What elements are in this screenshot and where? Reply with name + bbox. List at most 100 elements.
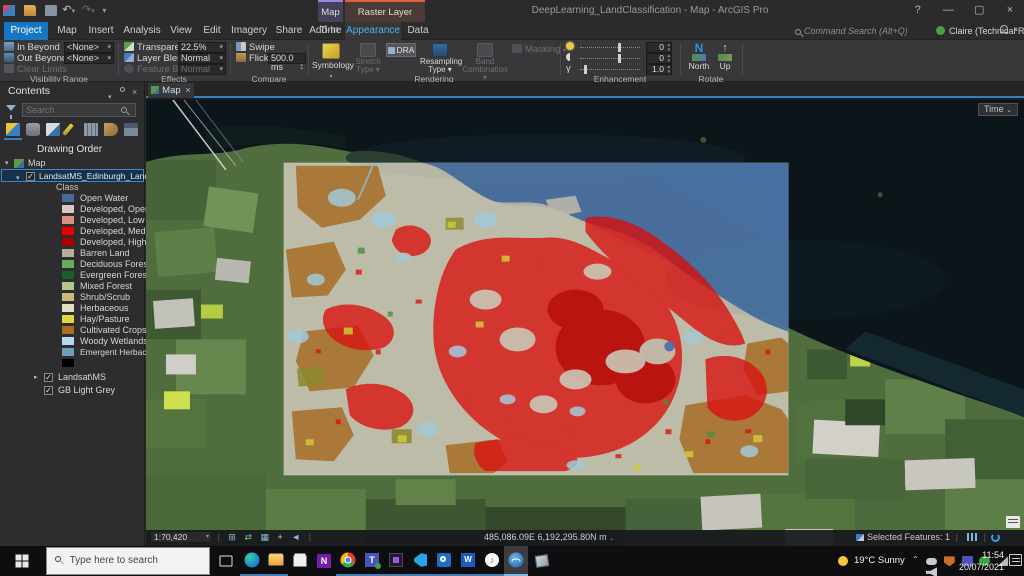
time-button[interactable]: Time ⌄ (978, 103, 1018, 116)
action-center-icon[interactable] (1009, 554, 1022, 566)
taskbar-app-explorer[interactable] (264, 546, 288, 576)
coordinates-readout[interactable]: 485,086.09E 6,192,295.80N m ⌄ (484, 530, 614, 547)
list-by-snapping-icon[interactable] (84, 123, 98, 136)
collapse-ribbon-icon[interactable]: ▴ (1014, 24, 1018, 33)
close-map-tab-icon[interactable]: × (185, 85, 191, 96)
notifications-bell-icon[interactable] (1000, 25, 1008, 33)
taskbar-app-vscode[interactable] (408, 546, 432, 576)
layer-row-landsat[interactable]: ▸ ✓ Landsat\MS (0, 372, 145, 383)
file-explorer-icon (268, 554, 284, 566)
list-by-labeling-icon[interactable] (104, 123, 118, 136)
list-by-drawing-order-icon[interactable] (6, 123, 20, 136)
grid-icon[interactable]: ▦ (261, 530, 270, 545)
start-button[interactable] (10, 546, 34, 576)
list-by-editing-icon[interactable] (62, 123, 74, 136)
list-by-selection-icon[interactable] (46, 123, 60, 136)
basemap-checkbox[interactable]: ✓ (44, 386, 53, 395)
flicker-input[interactable]: 500.0 ms ▴ ▾ (268, 53, 306, 72)
taskbar-app-edge[interactable] (240, 546, 264, 576)
taskbar-app-notes[interactable] (530, 546, 554, 576)
tab-appearance[interactable]: Appearance (345, 22, 401, 40)
layer-row-basemap[interactable]: ✓ GB Light Grey (0, 385, 145, 396)
gamma-slider[interactable] (580, 65, 640, 74)
legend-swatch (62, 282, 74, 290)
contrast-slider[interactable] (580, 54, 640, 63)
save-icon[interactable] (44, 5, 57, 16)
tab-insert[interactable]: Insert (84, 22, 118, 40)
task-view-button[interactable] (214, 546, 238, 576)
tray-expand-icon[interactable]: ⌃ (912, 555, 919, 564)
tab-project[interactable]: Project (4, 22, 48, 40)
landuse-checkbox[interactable]: ✓ (26, 172, 35, 181)
swipe-button[interactable]: Swipe (249, 42, 275, 53)
tray-cloud-icon[interactable] (926, 557, 937, 565)
taskbar-app-outlook[interactable] (432, 546, 456, 576)
brightness-slider[interactable] (580, 43, 640, 52)
layer-row-map[interactable]: ▾ Map (0, 158, 145, 169)
tab-share[interactable]: Share (272, 22, 306, 40)
tray-shield-icon[interactable] (943, 556, 955, 567)
in-beyond-select[interactable]: <None> ▾ (64, 42, 114, 53)
taskbar-app-store[interactable] (288, 546, 312, 576)
layer-row-landuse[interactable]: ▾ ✓ LandsatMS_Edinburgh_LandUse (1, 169, 164, 182)
help-button[interactable]: ? (904, 0, 932, 22)
pin-icon[interactable] (120, 87, 125, 92)
pause-drawing-icon[interactable] (966, 530, 978, 545)
brightness-value[interactable]: 0 ▴ ▾ (646, 42, 672, 53)
dra-toggle[interactable]: DRA (386, 43, 416, 57)
list-by-charts-icon[interactable] (124, 123, 138, 136)
layer-blend-select[interactable]: Normal ▾ (178, 53, 226, 64)
contents-search-input[interactable] (23, 104, 113, 116)
taskbar-app-ide[interactable] (384, 546, 408, 576)
taskbar-app-chrome[interactable] (336, 546, 360, 576)
contrast-value[interactable]: 0 ▴ ▾ (646, 53, 672, 64)
taskbar-app-teams[interactable]: T (360, 546, 384, 576)
landsat-checkbox[interactable]: ✓ (44, 373, 53, 382)
contents-search[interactable] (22, 103, 136, 117)
undo-icon[interactable]: ↶▾ (62, 4, 75, 16)
close-button[interactable]: × (996, 0, 1024, 22)
map-canvas[interactable] (146, 100, 1024, 546)
legend-swatch (62, 326, 74, 334)
legend-swatch (62, 216, 74, 224)
tab-edit[interactable]: Edit (198, 22, 226, 40)
tab-imagery[interactable]: Imagery (228, 22, 270, 40)
taskbar-search[interactable]: Type here to search (46, 547, 210, 575)
layer-swap-icon[interactable]: ⇄ (244, 530, 252, 545)
map-view-tab[interactable]: Map × (148, 83, 194, 98)
crosshair-icon[interactable]: + (278, 530, 283, 545)
scale-input[interactable]: 1:70,420 ▾ (150, 531, 212, 543)
taskbar-app-music[interactable]: ♪ (480, 546, 504, 576)
out-beyond-select[interactable]: <None> ▾ (64, 53, 114, 64)
command-search[interactable]: Command Search (Alt+Q) (795, 24, 930, 38)
save-project-icon[interactable] (3, 5, 15, 16)
tab-map[interactable]: Map (52, 22, 82, 40)
new-map-icon[interactable]: ⊞ (228, 530, 236, 545)
redo-icon[interactable]: ↷▾ (82, 4, 95, 16)
taskbar-app-onenote[interactable]: N (312, 546, 336, 576)
minimize-button[interactable]: — (934, 0, 962, 22)
list-by-data-source-icon[interactable] (26, 123, 40, 136)
tray-clock[interactable]: 11:54 20/07/2021 (959, 549, 1004, 573)
taskbar-app-arcgis-pro[interactable] (504, 546, 528, 576)
maximize-button[interactable]: ▢ (965, 0, 993, 22)
refresh-icon[interactable] (991, 533, 1000, 542)
tab-data[interactable]: Data (403, 22, 433, 40)
transparency-input[interactable]: 22.5% ▾ (178, 42, 226, 53)
tray-volume-icon[interactable] (926, 567, 937, 576)
audio-icon[interactable]: ◄ (291, 530, 300, 545)
close-pane-icon[interactable]: × (132, 83, 137, 102)
tab-time[interactable]: Time (318, 22, 343, 40)
customize-qat-icon[interactable]: ▾ (102, 6, 106, 15)
legend-item: Developed, High Intensity (0, 237, 183, 248)
tab-analysis[interactable]: Analysis (120, 22, 164, 40)
tab-view[interactable]: View (166, 22, 196, 40)
taskbar-app-word[interactable]: W (456, 546, 480, 576)
filter-icon[interactable] (6, 105, 16, 119)
contextual-group-map: Map (318, 0, 343, 22)
open-project-icon[interactable] (23, 5, 36, 16)
overflow-panel-icon[interactable] (1006, 516, 1020, 528)
weather-status[interactable]: 19°C Sunny (854, 555, 905, 566)
selected-features-status[interactable]: Selected Features: 1 (855, 530, 950, 545)
user-menu[interactable]: Claire (Technical Research) ▾ (949, 24, 1024, 40)
